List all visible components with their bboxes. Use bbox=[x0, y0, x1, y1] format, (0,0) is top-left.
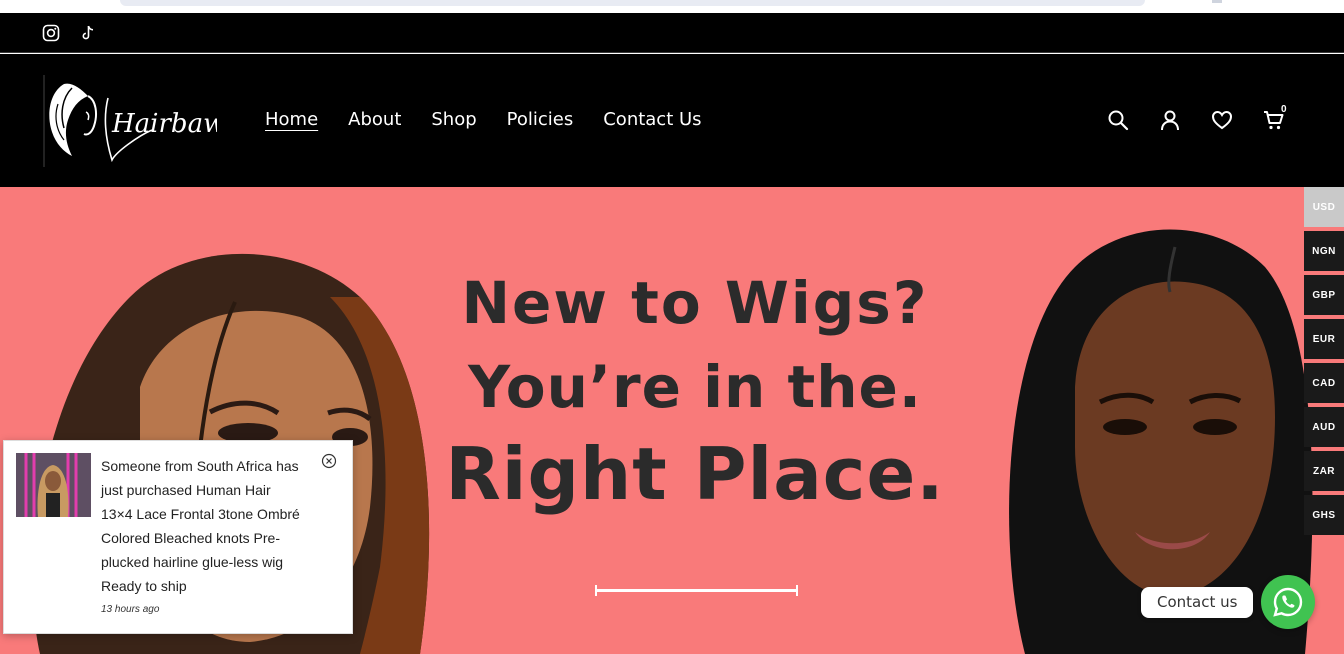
hero-divider bbox=[595, 585, 798, 596]
contact-us-label[interactable]: Contact us bbox=[1141, 587, 1254, 618]
search-icon[interactable] bbox=[1107, 109, 1129, 131]
currency-eur[interactable]: EUR bbox=[1304, 319, 1344, 359]
purchase-time: 13 hours ago bbox=[101, 604, 160, 615]
currency-gbp[interactable]: GBP bbox=[1304, 275, 1344, 315]
nav-shop[interactable]: Shop bbox=[431, 108, 476, 132]
hero-headline-line2: You’re in the. bbox=[468, 353, 922, 421]
site-logo[interactable]: Hairbaws bbox=[42, 74, 239, 168]
social-bar bbox=[0, 13, 1344, 53]
currency-switcher: USD NGN GBP EUR CAD AUD ZAR GHS bbox=[1304, 187, 1344, 539]
nav-contact-us[interactable]: Contact Us bbox=[603, 108, 701, 132]
account-icon[interactable] bbox=[1159, 109, 1181, 131]
hero-headline-line3: Right Place. bbox=[445, 432, 945, 516]
nav-policies[interactable]: Policies bbox=[507, 108, 574, 132]
currency-aud[interactable]: AUD bbox=[1304, 407, 1344, 447]
product-thumbnail[interactable] bbox=[16, 453, 91, 517]
tiktok-icon[interactable] bbox=[79, 24, 97, 42]
wishlist-heart-icon[interactable] bbox=[1211, 109, 1233, 131]
instagram-icon[interactable] bbox=[42, 24, 60, 42]
recent-purchase-popup[interactable]: Someone from South Africa has just purch… bbox=[3, 440, 353, 634]
whatsapp-button[interactable] bbox=[1261, 575, 1315, 629]
site-header: Hairbaws Home About Shop Policies Contac… bbox=[0, 54, 1344, 187]
cart-count-badge: 0 bbox=[1281, 104, 1287, 115]
address-bar-edge bbox=[120, 0, 1145, 6]
logo-text: Hairbaws bbox=[111, 109, 217, 139]
currency-zar[interactable]: ZAR bbox=[1304, 451, 1344, 491]
browser-chrome-strip bbox=[0, 0, 1344, 13]
currency-ghs[interactable]: GHS bbox=[1304, 495, 1344, 535]
browser-indicator bbox=[1212, 0, 1222, 3]
close-icon[interactable] bbox=[321, 453, 337, 469]
whatsapp-icon bbox=[1273, 587, 1303, 617]
currency-ngn[interactable]: NGN bbox=[1304, 231, 1344, 271]
currency-usd[interactable]: USD bbox=[1304, 187, 1344, 227]
main-nav: Home About Shop Policies Contact Us bbox=[265, 108, 732, 132]
nav-about[interactable]: About bbox=[348, 108, 401, 132]
purchase-message: Someone from South Africa has just purch… bbox=[101, 458, 300, 594]
currency-cad[interactable]: CAD bbox=[1304, 363, 1344, 403]
nav-home[interactable]: Home bbox=[265, 108, 318, 132]
hero-headline-line1: New to Wigs? bbox=[461, 269, 929, 337]
